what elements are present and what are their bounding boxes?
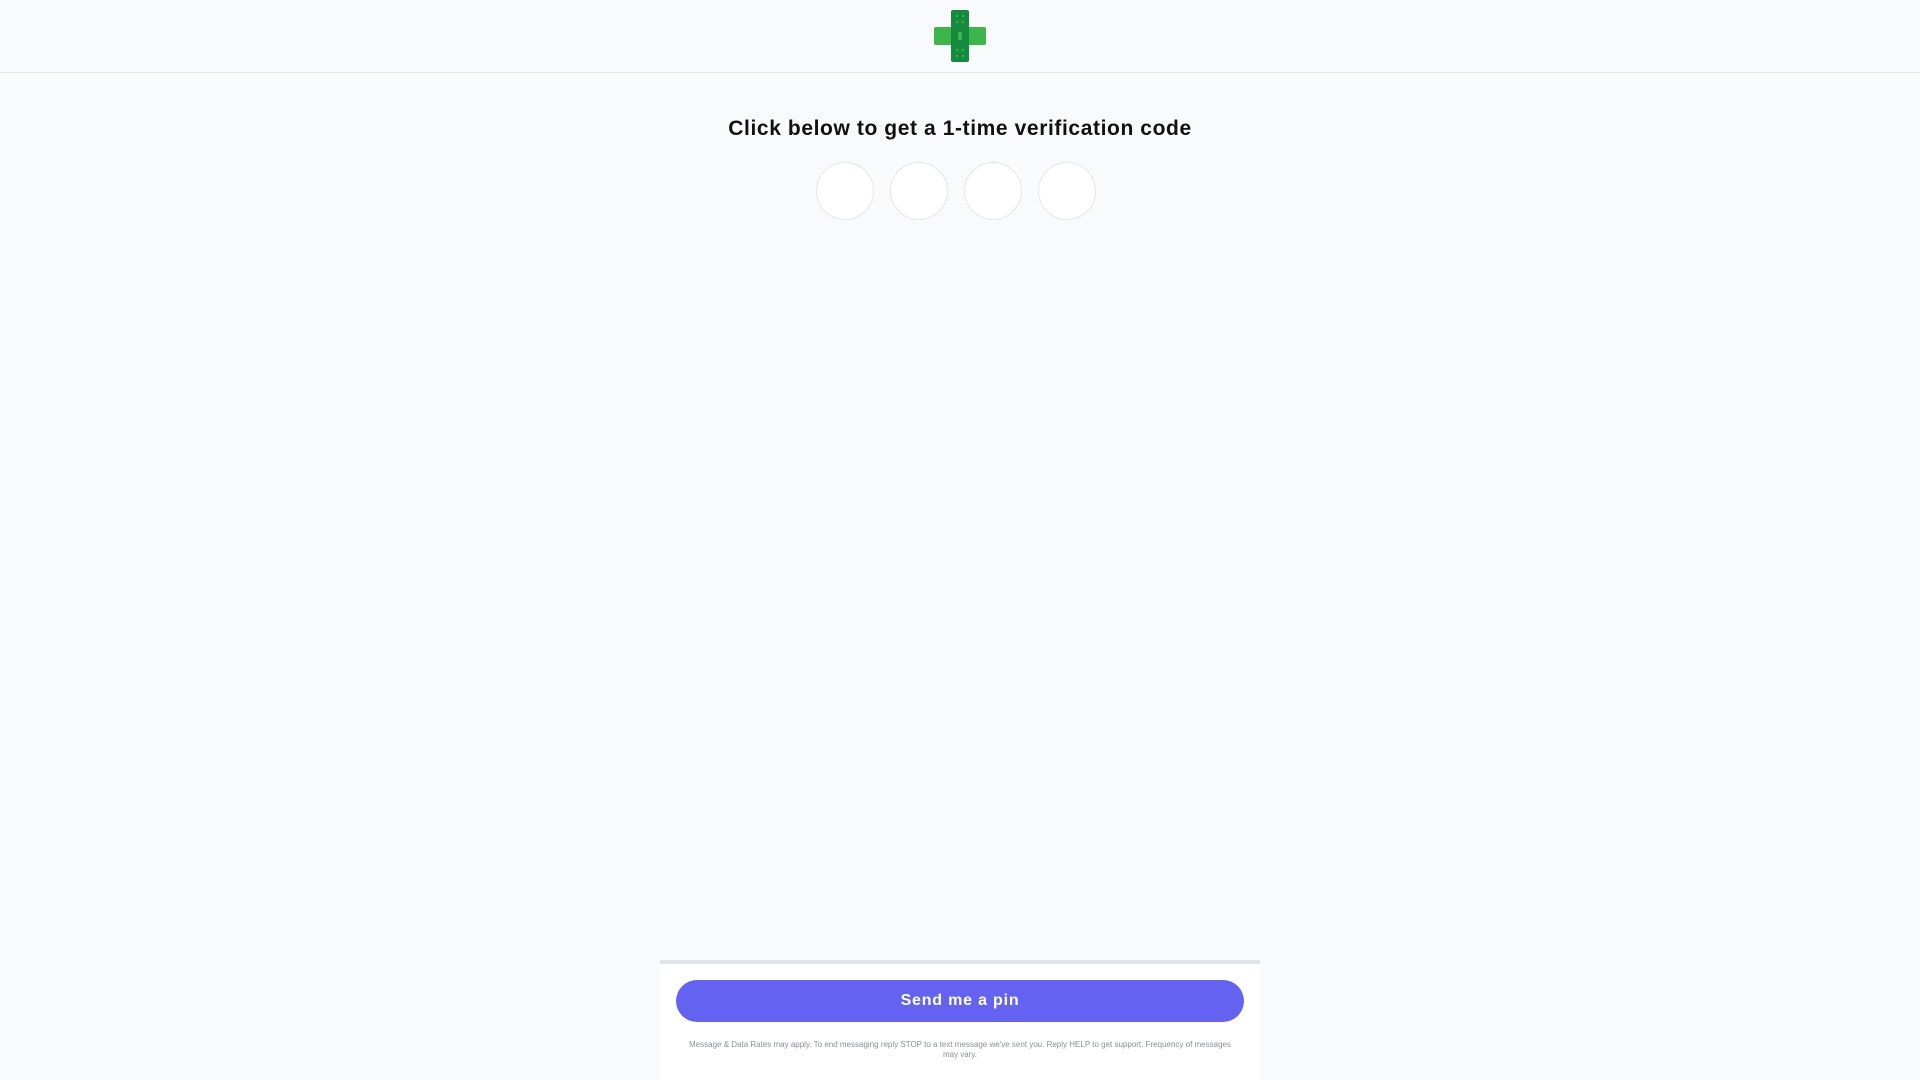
footer-panel: Send me a pin Message & Data Rates may a… <box>660 960 1260 1080</box>
pin-digit-3[interactable] <box>964 162 1022 220</box>
pin-digit-4[interactable] <box>1038 162 1096 220</box>
medical-cross-logo-icon <box>934 10 986 62</box>
top-header <box>0 0 1920 73</box>
page-title: Click below to get a 1-time verification… <box>728 117 1192 140</box>
pin-code-inputs <box>816 162 1096 220</box>
send-pin-button[interactable]: Send me a pin <box>676 980 1244 1022</box>
pin-digit-2[interactable] <box>890 162 948 220</box>
sms-disclaimer: Message & Data Rates may apply. To end m… <box>689 1040 1231 1059</box>
pin-digit-1[interactable] <box>816 162 874 220</box>
